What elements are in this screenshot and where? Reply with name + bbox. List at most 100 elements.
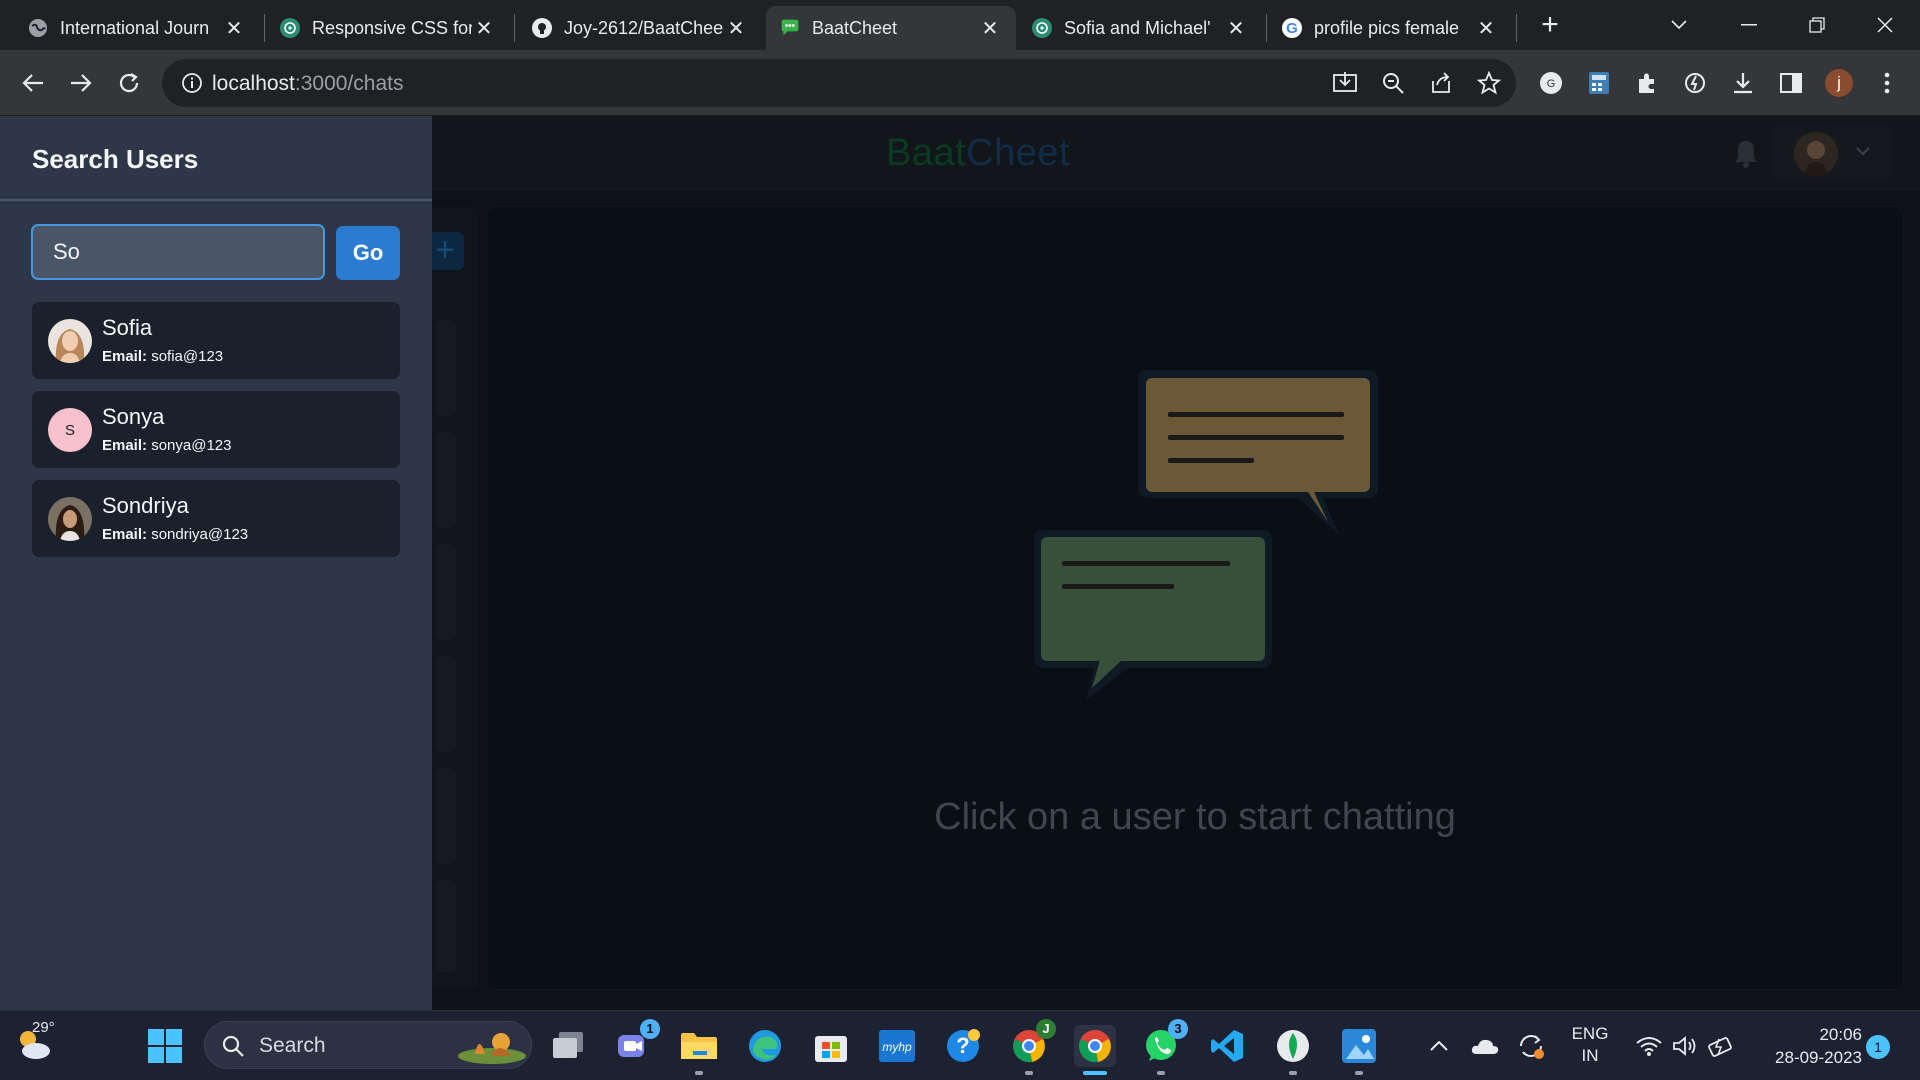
microsoft-store-icon[interactable] <box>810 1025 852 1067</box>
downloads-icon[interactable] <box>1728 68 1758 98</box>
forward-button[interactable] <box>62 64 100 102</box>
empty-chat-message: Click on a user to start chatting <box>934 796 1456 838</box>
clock-time: 20:06 <box>1819 1025 1862 1044</box>
browser-menu-icon[interactable] <box>1872 68 1902 98</box>
speed-extension-icon[interactable] <box>1680 68 1710 98</box>
extensions-puzzle-icon[interactable] <box>1632 68 1662 98</box>
weather-temp: 29° <box>32 1019 55 1036</box>
whatsapp-icon[interactable]: 3 <box>1140 1019 1188 1075</box>
close-window-button[interactable] <box>1850 0 1920 50</box>
browser-toolbar: localhost:3000/chats G j <box>0 50 1920 116</box>
bookmark-star-icon[interactable] <box>1474 68 1504 98</box>
user-name: Sondriya <box>102 493 189 518</box>
email-value: sondriya@123 <box>151 526 249 543</box>
task-view-icon[interactable] <box>548 1025 590 1067</box>
browser-tab-6[interactable]: G profile pics female ✕ <box>1268 6 1512 50</box>
close-icon[interactable]: ✕ <box>222 16 246 41</box>
lang-line-1: ENG <box>1571 1024 1609 1043</box>
clock[interactable]: 20:06 28-09-2023 <box>1746 1023 1862 1069</box>
close-icon[interactable]: ✕ <box>472 16 496 41</box>
tab-separator <box>1266 14 1267 42</box>
share-icon[interactable] <box>1426 68 1456 98</box>
site-info-icon[interactable] <box>180 71 204 95</box>
user-result-item[interactable]: S Sonya Email: sonya@123 <box>32 391 400 468</box>
close-icon[interactable]: ✕ <box>1474 16 1498 41</box>
language-indicator[interactable]: ENG IN <box>1560 1023 1620 1067</box>
chat-list-item[interactable] <box>436 320 456 416</box>
sync-icon[interactable] <box>1510 1025 1552 1067</box>
tab-search-chevron-icon[interactable] <box>1644 0 1714 50</box>
weather-widget[interactable]: 29° <box>12 1019 56 1067</box>
chatgpt-icon <box>280 18 300 38</box>
vscode-icon[interactable] <box>1206 1025 1248 1067</box>
photos-icon[interactable] <box>1338 1025 1380 1075</box>
chat-list-item[interactable] <box>436 432 456 528</box>
battery-icon[interactable] <box>1700 1025 1742 1067</box>
minimize-button[interactable] <box>1714 0 1784 50</box>
go-button[interactable]: Go <box>336 226 400 280</box>
chevron-down-icon <box>1856 143 1870 161</box>
chrome-active-icon[interactable] <box>1074 1025 1116 1075</box>
clock-date: 28-09-2023 <box>1775 1048 1862 1067</box>
user-email: Email: sondriya@123 <box>102 526 248 543</box>
email-label: Email: <box>102 526 148 543</box>
search-highlight-icon <box>455 1026 529 1071</box>
profile-menu-button[interactable] <box>1772 126 1892 180</box>
side-panel-icon[interactable] <box>1776 68 1806 98</box>
profile-badge: J <box>1036 1019 1056 1039</box>
back-button[interactable] <box>14 64 52 102</box>
close-icon[interactable]: ✕ <box>1224 16 1248 41</box>
bell-icon[interactable] <box>1732 138 1760 168</box>
profile-initial: j <box>1825 69 1853 97</box>
chat-list-item[interactable] <box>436 880 456 972</box>
google-icon: G <box>1282 18 1302 38</box>
edge-browser-icon[interactable] <box>744 1025 786 1067</box>
email-label: Email: <box>102 437 148 454</box>
extension-translate-icon[interactable]: G <box>1536 68 1566 98</box>
browser-tab-3[interactable]: Joy-2612/BaatChee ✕ <box>518 6 762 50</box>
file-explorer-icon[interactable] <box>678 1025 720 1075</box>
close-icon[interactable]: ✕ <box>978 16 1002 41</box>
user-result-item[interactable]: Sondriya Email: sondriya@123 <box>32 480 400 557</box>
divider <box>0 199 432 201</box>
chat-list-item[interactable] <box>436 544 456 640</box>
calculator-extension-icon[interactable] <box>1584 68 1614 98</box>
onedrive-icon[interactable] <box>1464 1025 1506 1067</box>
mongodb-compass-icon[interactable] <box>1272 1025 1314 1075</box>
avatar <box>48 497 92 541</box>
restore-button[interactable] <box>1782 0 1852 50</box>
teams-chat-icon[interactable]: 1 <box>612 1019 660 1067</box>
browser-tab-1[interactable]: International Journ ✕ <box>14 6 260 50</box>
avatar <box>1794 132 1838 176</box>
close-icon[interactable]: ✕ <box>724 16 748 41</box>
reload-button[interactable] <box>110 64 148 102</box>
browser-profile-avatar[interactable]: j <box>1824 68 1854 98</box>
chrome-profile-icon[interactable]: J <box>1008 1019 1056 1075</box>
browser-tab-2[interactable]: Responsive CSS for ✕ <box>266 6 510 50</box>
chat-bubble-icon <box>780 18 800 38</box>
user-name: Sofia <box>102 315 153 340</box>
browser-tab-5[interactable]: Sofia and Michael' ✕ <box>1018 6 1262 50</box>
chat-list-item[interactable] <box>436 768 456 864</box>
tab-separator <box>514 14 515 42</box>
notification-badge: 3 <box>1168 1019 1188 1039</box>
search-input[interactable] <box>31 224 325 280</box>
tab-title: Joy-2612/BaatChee <box>564 17 724 38</box>
tab-title: International Journ <box>60 17 210 38</box>
myhp-icon[interactable]: myhp <box>876 1025 918 1067</box>
taskbar-search[interactable]: Search <box>204 1021 532 1069</box>
browser-tab-4-active[interactable]: BaatCheet ✕ <box>766 6 1016 50</box>
user-email: Email: sonya@123 <box>102 437 231 454</box>
windows-start-icon[interactable] <box>144 1025 186 1067</box>
user-result-item[interactable]: Sofia Email: sofia@123 <box>32 302 400 379</box>
help-icon[interactable]: ? <box>942 1025 984 1067</box>
zoom-icon[interactable] <box>1378 68 1408 98</box>
new-tab-button[interactable]: + <box>1534 10 1566 42</box>
install-app-icon[interactable] <box>1330 68 1360 98</box>
address-bar[interactable]: localhost:3000/chats <box>162 59 1516 107</box>
chat-list-item[interactable] <box>436 656 456 752</box>
running-indicator <box>1025 1071 1033 1075</box>
notification-center-badge[interactable]: 1 <box>1866 1035 1890 1059</box>
url-text: localhost:3000/chats <box>212 72 403 96</box>
chevron-up-icon[interactable] <box>1418 1025 1460 1067</box>
